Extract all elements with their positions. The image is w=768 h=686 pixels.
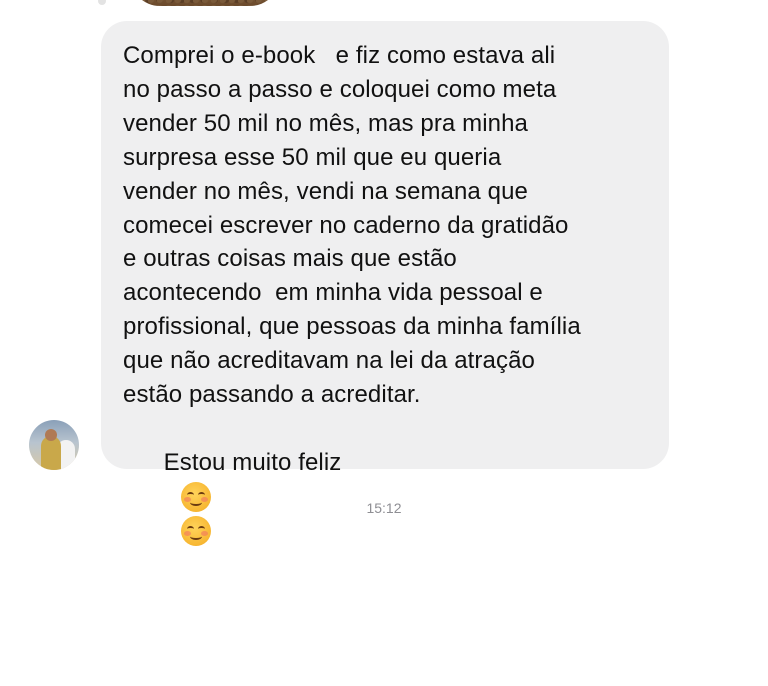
message-line: profissional, que pessoas da minha famíl… [123,313,581,341]
avatar-figure-head [45,429,57,441]
previous-message-image[interactable] [130,0,280,6]
message-bubble[interactable]: Comprei o e-book e fiz como estava ali n… [101,21,669,547]
message-line: no passo a passo e coloquei como meta [123,75,557,103]
message-last-line: Estou muito feliz [123,412,647,582]
message-line: Comprei o e-book e fiz como estava ali [123,42,556,69]
previous-message-dot [98,0,106,5]
message-line: acontecendo em minha vida pessoal e [123,279,543,307]
message-line: estão passando a acreditar. [123,381,421,409]
message-line: vender no mês, vendi na semana que [123,177,528,205]
message-line: vender 50 mil no mês, mas pra minha [123,109,529,137]
avatar-figure [41,436,61,470]
smiling-face-with-blush-emoji-icon [180,516,211,547]
message-line: surpresa esse 50 mil que eu queria [123,143,502,171]
message-line: comecei escrever no caderno da gratidão [123,211,569,239]
sender-avatar[interactable] [29,420,79,470]
message-timestamp: 15:12 [366,500,402,516]
message-line: e outras coisas mais que estão [123,245,457,273]
message-last-line-text: Estou muito feliz [163,448,342,476]
message-line: que não acreditavam na lei da atração [123,347,535,375]
